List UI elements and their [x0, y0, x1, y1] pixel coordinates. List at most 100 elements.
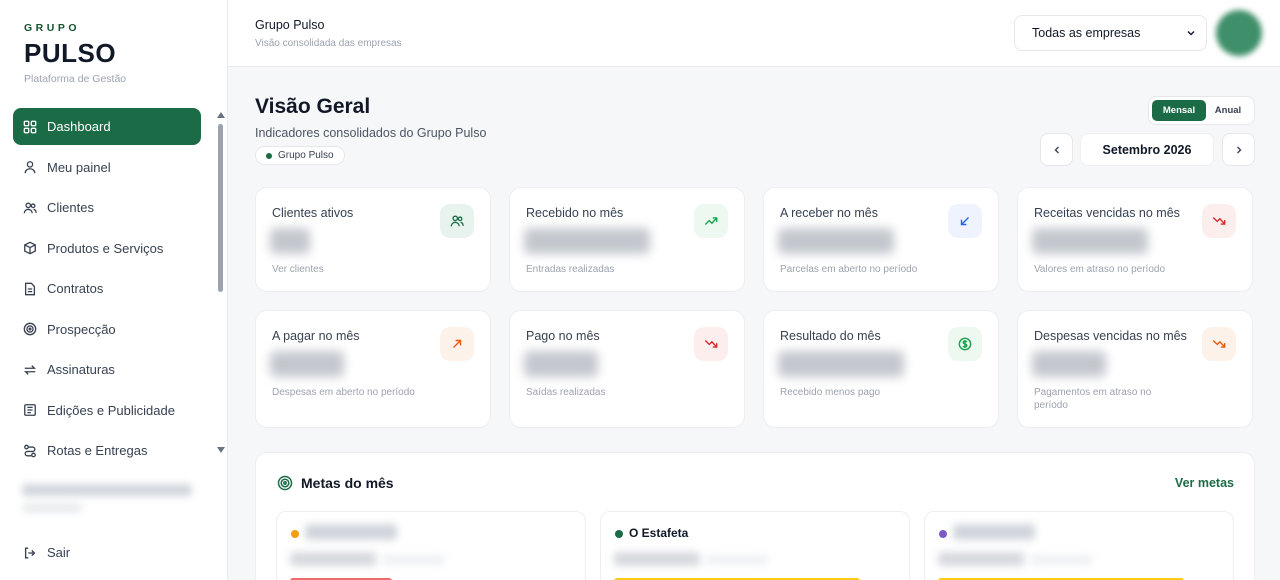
scroll-thumb[interactable]: [218, 124, 223, 292]
sidebar: GRUPO PULSO Plataforma de Gestão Dashboa…: [0, 0, 228, 580]
brand-logo[interactable]: GRUPO PULSO Plataforma de Gestão: [24, 22, 126, 85]
kpi-footer: Despesas em aberto no período: [272, 387, 415, 398]
sidebar-item-label: Dashboard: [47, 119, 111, 134]
prev-month-button[interactable]: [1040, 133, 1073, 166]
goal-target-redacted: [381, 556, 445, 564]
see-goals-link[interactable]: Ver metas: [1175, 476, 1234, 490]
scroll-down-arrow-icon[interactable]: [217, 447, 225, 453]
user-icon: [24, 161, 36, 174]
brand-small-text: GRUPO: [24, 22, 81, 34]
logout-icon: [24, 547, 36, 558]
users-icon: [23, 202, 37, 213]
kpi-value-redacted: [1032, 228, 1148, 254]
user-name-redacted: [22, 484, 192, 496]
sidebar-item-dashboard[interactable]: Dashboard: [13, 108, 201, 145]
kpi-title: Despesas vencidas no mês: [1034, 329, 1187, 343]
goal-status-dot: [291, 530, 299, 538]
sidebar-item-contratos[interactable]: Contratos: [13, 270, 201, 307]
sidebar-item-produtos[interactable]: Produtos e Serviços: [13, 230, 201, 267]
sidebar-nav: Dashboard Meu painel Clientes Produtos e…: [13, 108, 201, 473]
company-select[interactable]: Todas as empresas: [1014, 15, 1207, 51]
goals-header: Metas do mês: [277, 475, 394, 491]
sidebar-scrollbar[interactable]: [216, 110, 226, 455]
kpi-footer: Valores em atraso no período: [1034, 264, 1166, 275]
kpi-value-redacted: [524, 351, 598, 377]
topbar: Grupo Pulso Visão consolidada das empres…: [228, 0, 1280, 67]
company-tag: Grupo Pulso: [255, 146, 345, 165]
logout-label: Sair: [47, 545, 71, 560]
toggle-annual-button[interactable]: Anual: [1206, 100, 1250, 121]
page-subtitle: Indicadores consolidados do Grupo Pulso: [255, 126, 487, 140]
chevron-left-icon: [1054, 146, 1059, 153]
toggle-monthly-button[interactable]: Mensal: [1152, 100, 1206, 121]
goal-card[interactable]: [276, 511, 586, 580]
sidebar-item-prospeccao[interactable]: Prospecção: [13, 311, 201, 348]
goal-card[interactable]: [924, 511, 1234, 580]
trend-down-icon: [1202, 204, 1236, 238]
kpi-title: Pago no mês: [526, 329, 600, 343]
sidebar-item-label: Contratos: [47, 281, 104, 296]
goal-status-dot: [615, 530, 623, 538]
kpi-title: Receitas vencidas no mês: [1034, 206, 1180, 220]
sidebar-item-label: Clientes: [47, 200, 94, 215]
goal-target-redacted: [1029, 556, 1093, 564]
kpi-title: A pagar no mês: [272, 329, 360, 343]
sidebar-item-label: Prospecção: [47, 321, 116, 337]
kpi-footer: Parcelas em aberto no período: [780, 264, 918, 275]
logout-button[interactable]: Sair: [23, 545, 70, 560]
next-month-button[interactable]: [1222, 133, 1255, 166]
kpi-card-resultado[interactable]: Resultado do mês Recebido menos pago: [763, 310, 999, 428]
kpi-value-redacted: [524, 228, 650, 254]
kpi-footer: Entradas realizadas: [526, 264, 615, 275]
newspaper-icon: [24, 404, 36, 416]
brand-name: PULSO: [24, 38, 117, 68]
kpi-card-receitas-vencidas[interactable]: Receitas vencidas no mês Valores em atra…: [1017, 187, 1253, 292]
kpi-footer: Recebido menos pago: [780, 387, 881, 398]
sidebar-item-label: Produtos e Serviços: [47, 240, 164, 256]
grid-icon: [23, 120, 37, 133]
kpi-card-a-pagar[interactable]: A pagar no mês Despesas em aberto no per…: [255, 310, 491, 428]
kpi-title: Resultado do mês: [780, 329, 881, 343]
kpi-value-redacted: [778, 228, 894, 254]
page-title: Visão Geral: [255, 95, 371, 118]
kpi-card-a-receber[interactable]: A receber no mês Parcelas em aberto no p…: [763, 187, 999, 292]
kpi-value-redacted: [778, 351, 904, 377]
sidebar-item-rotas[interactable]: Rotas e Entregas: [13, 432, 201, 469]
period-toggle: Mensal Anual: [1148, 96, 1255, 125]
brand-subtitle: Plataforma de Gestão: [24, 73, 127, 85]
user-profile[interactable]: [14, 474, 214, 524]
target-icon: [23, 322, 37, 336]
goal-card-o-estafeta[interactable]: O Estafeta: [600, 511, 910, 580]
route-icon: [24, 444, 36, 457]
month-label: Setembro 2026: [1080, 133, 1214, 166]
topbar-subtitle: Visão consolidada das empresas: [255, 38, 402, 49]
kpi-title: A receber no mês: [780, 206, 878, 220]
kpi-card-clientes-ativos[interactable]: Clientes ativos Ver clientes: [255, 187, 491, 292]
goal-status-dot: [939, 530, 947, 538]
sidebar-item-assinaturas[interactable]: Assinaturas: [13, 351, 201, 388]
chevron-down-icon: [1187, 31, 1195, 36]
scroll-up-arrow-icon[interactable]: [217, 112, 225, 118]
kpi-card-recebido[interactable]: Recebido no mês Entradas realizadas: [509, 187, 745, 292]
target-icon: [277, 475, 293, 491]
kpi-footer: Saídas realizadas: [526, 387, 606, 398]
dollar-circle-icon: [948, 327, 982, 361]
kpi-footer: Pagamentos em atraso no período: [1034, 387, 1152, 411]
trend-down-icon: [694, 327, 728, 361]
users-icon: [440, 204, 474, 238]
sidebar-item-edicoes[interactable]: Edições e Publicidade: [13, 392, 201, 429]
sidebar-item-label: Assinaturas: [47, 362, 115, 377]
goal-target-redacted: [705, 556, 769, 564]
kpi-title: Clientes ativos: [272, 206, 354, 220]
kpi-value-redacted: [1032, 351, 1106, 377]
arrow-up-right-icon: [440, 327, 474, 361]
avatar[interactable]: [1216, 10, 1262, 56]
kpi-card-despesas-vencidas[interactable]: Despesas vencidas no mês Pagamentos em a…: [1017, 310, 1253, 428]
kpi-card-pago[interactable]: Pago no mês Saídas realizadas: [509, 310, 745, 428]
goal-name-redacted: [305, 524, 397, 540]
goals-panel: Metas do mês Ver metas O Estafeta: [255, 452, 1255, 580]
sidebar-item-clientes[interactable]: Clientes: [13, 189, 201, 226]
kpi-value-redacted: [270, 351, 344, 377]
goal-value-redacted: [290, 552, 376, 566]
sidebar-item-meu-painel[interactable]: Meu painel: [13, 149, 201, 186]
